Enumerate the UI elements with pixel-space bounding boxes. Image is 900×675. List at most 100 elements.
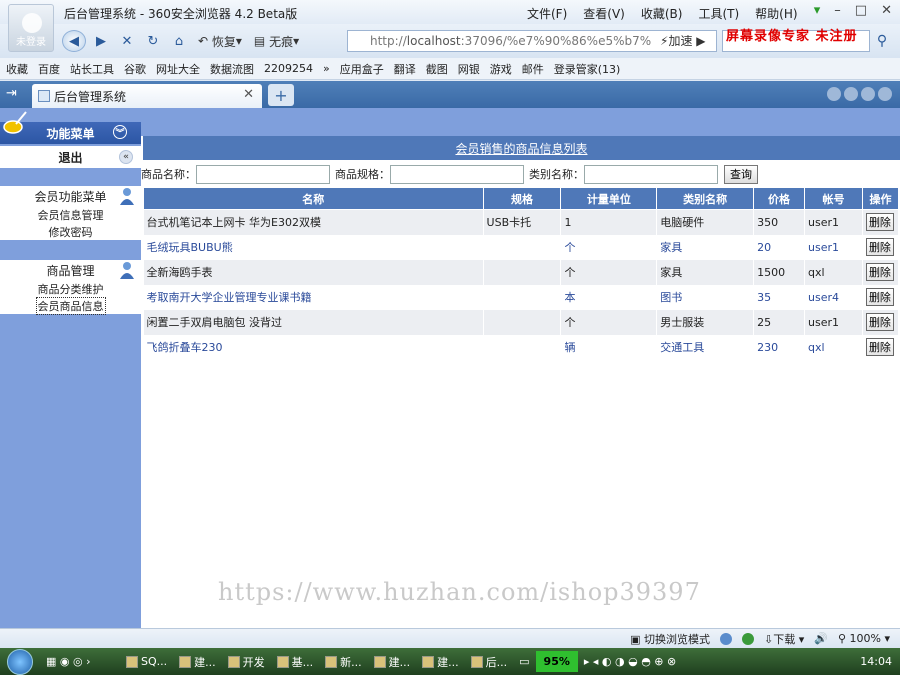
taskbar-item-label: 建... (437, 655, 459, 669)
bookmark-mail[interactable]: 邮件 (522, 61, 544, 77)
start-button[interactable] (0, 648, 40, 675)
stop-icon[interactable]: ✕ (116, 30, 138, 52)
taskbar-item-label: 基... (291, 655, 314, 669)
cell-spec (483, 234, 562, 260)
tab-active[interactable]: 后台管理系统 ✕ (32, 84, 262, 108)
search-icon[interactable]: ⚲ (870, 30, 894, 52)
sidebar-group-title[interactable]: 会员功能菜单 (0, 186, 141, 206)
bookmark-games[interactable]: 游戏 (490, 61, 512, 77)
home-icon[interactable]: ⌂ (168, 30, 190, 52)
bookmark-screenshot[interactable]: 截图 (426, 61, 448, 77)
windows-logo-icon (7, 648, 33, 675)
tab-prev-icon[interactable] (827, 87, 841, 101)
bookmark-google[interactable]: 谷歌 (124, 61, 146, 77)
cell-account: user1 (804, 234, 863, 260)
bookmark-apps[interactable]: 应用盒子 (340, 61, 384, 77)
cell-price: 20 (753, 234, 806, 260)
close-window-button[interactable]: ✕ (881, 3, 892, 18)
maximize-button[interactable]: □ (855, 3, 867, 18)
switch-mode-label: 切换浏览模式 (644, 632, 710, 646)
delete-button[interactable]: 删除 (865, 238, 894, 256)
delete-button[interactable]: 删除 (865, 288, 894, 306)
sidebar-group-goods: 商品管理 商品分类维护 会员商品信息 (0, 260, 141, 315)
category-name-input[interactable] (584, 164, 718, 184)
download-button[interactable]: ⇩下载 ▾ (764, 631, 804, 647)
keyboard-icon[interactable]: ▭ (513, 651, 535, 672)
menu-help[interactable]: 帮助(H) (755, 5, 797, 22)
sidebar-item-member-info[interactable]: 会员信息管理 (0, 206, 141, 223)
bookmark-dfd[interactable]: 数据流图 (210, 61, 254, 77)
cell-action: 删除 (862, 334, 900, 360)
bookmark-translate[interactable]: 翻译 (394, 61, 416, 77)
sidebar-group-title[interactable]: 商品管理 (0, 260, 141, 280)
forward-arrow-icon[interactable]: ▶ (90, 30, 112, 52)
cell-category: 电脑硬件 (656, 209, 755, 235)
zoom-control[interactable]: ⚲ 100% ▾ (838, 632, 890, 645)
taskbar-item[interactable]: 基... (271, 651, 320, 672)
tab-next-icon[interactable] (844, 87, 858, 101)
chevron-down-icon[interactable]: ︾ (113, 125, 127, 139)
taskbar-item[interactable]: 建... (368, 651, 417, 672)
tab-close-icon[interactable]: ✕ (243, 87, 254, 102)
bookmark-more[interactable]: » (323, 62, 330, 75)
back-arrow-icon[interactable]: ◀ (62, 30, 86, 52)
search-form: 商品名称： 商品规格： 类别名称： 查询 (141, 163, 900, 185)
bookmark-favorites[interactable]: 收藏 (6, 61, 28, 77)
page-icon (38, 90, 50, 102)
taskbar-item[interactable]: SQ... (120, 651, 173, 672)
taskbar-item[interactable]: 建... (173, 651, 222, 672)
sidebar-item-change-password[interactable]: 修改密码 (0, 223, 141, 240)
restore-button[interactable]: ↶ 恢复 ▾ (194, 30, 246, 52)
menu-tools[interactable]: 工具(T) (698, 5, 739, 22)
skin-icon[interactable]: ▾ (814, 3, 821, 18)
browser-status-bar: ▣ 切换浏览模式 ⇩下载 ▾ 🔊 ⚲ 100% ▾ (0, 628, 900, 648)
delete-button[interactable]: 删除 (865, 338, 894, 356)
private-mode-button[interactable]: ▤ 无痕 ▾ (250, 30, 303, 52)
goods-spec-input[interactable] (390, 164, 524, 184)
cell-account: qxl (804, 259, 863, 285)
menu-file[interactable]: 文件(F) (527, 5, 567, 22)
bookmark-qq[interactable]: 2209254 (264, 62, 313, 75)
sidebar-item-label: 会员信息管理 (37, 208, 104, 222)
refresh-icon[interactable]: ↻ (142, 30, 164, 52)
switch-mode-button[interactable]: ▣ 切换浏览模式 (630, 631, 710, 647)
logout-item[interactable]: 退出 « (0, 146, 141, 168)
taskbar-item[interactable]: 建... (416, 651, 465, 672)
recorder-watermark: 屏幕录像专家 未注册 (726, 29, 858, 44)
taskbar-item[interactable]: 开发 (222, 651, 271, 672)
sidebar-toggle-icon[interactable]: ⇥ (6, 86, 17, 101)
bookmark-webmaster[interactable]: 站长工具 (70, 61, 114, 77)
query-button[interactable]: 查询 (724, 164, 758, 184)
cell-unit: 本 (560, 284, 658, 310)
sidebar-item-member-goods[interactable]: 会员商品信息 (0, 296, 141, 315)
taskbar-item[interactable]: 后... (465, 651, 514, 672)
delete-button[interactable]: 删除 (865, 263, 894, 281)
cell-price: 25 (753, 309, 806, 335)
bookmark-sites[interactable]: 网址大全 (156, 61, 200, 77)
sidebar-item-category-maintenance[interactable]: 商品分类维护 (0, 280, 141, 297)
page-title[interactable]: 会员销售的商品信息列表 (143, 136, 900, 160)
bookmark-bank[interactable]: 网银 (458, 61, 480, 77)
goods-name-input[interactable] (196, 164, 330, 184)
column-header-spec: 规格 (482, 187, 562, 210)
tab-list-icon[interactable] (861, 87, 875, 101)
ie-icon[interactable] (720, 632, 732, 645)
minimize-button[interactable]: – (834, 3, 841, 18)
tab-menu-icon[interactable] (878, 87, 892, 101)
collapse-icon[interactable]: « (119, 150, 133, 164)
chrome-icon[interactable] (742, 632, 754, 645)
url-path: :37096/%e7%90%86%e5%b7% (460, 34, 652, 48)
menu-favorites[interactable]: 收藏(B) (641, 5, 683, 22)
taskbar-item[interactable]: 新... (319, 651, 368, 672)
new-tab-button[interactable]: + (268, 84, 294, 106)
delete-button[interactable]: 删除 (865, 213, 894, 232)
accelerate-button[interactable]: ⚡加速 ▶ (660, 32, 706, 49)
cell-category: 男士服装 (656, 309, 755, 335)
user-avatar[interactable]: 未登录 (8, 4, 54, 52)
menu-view[interactable]: 查看(V) (583, 5, 625, 22)
bookmark-login-manager[interactable]: 登录管家(13) (554, 61, 621, 77)
volume-icon[interactable]: 🔊 (814, 632, 828, 645)
bookmark-baidu[interactable]: 百度 (38, 61, 60, 77)
delete-button[interactable]: 删除 (865, 313, 894, 331)
tab-label: 后台管理系统 (54, 89, 127, 104)
